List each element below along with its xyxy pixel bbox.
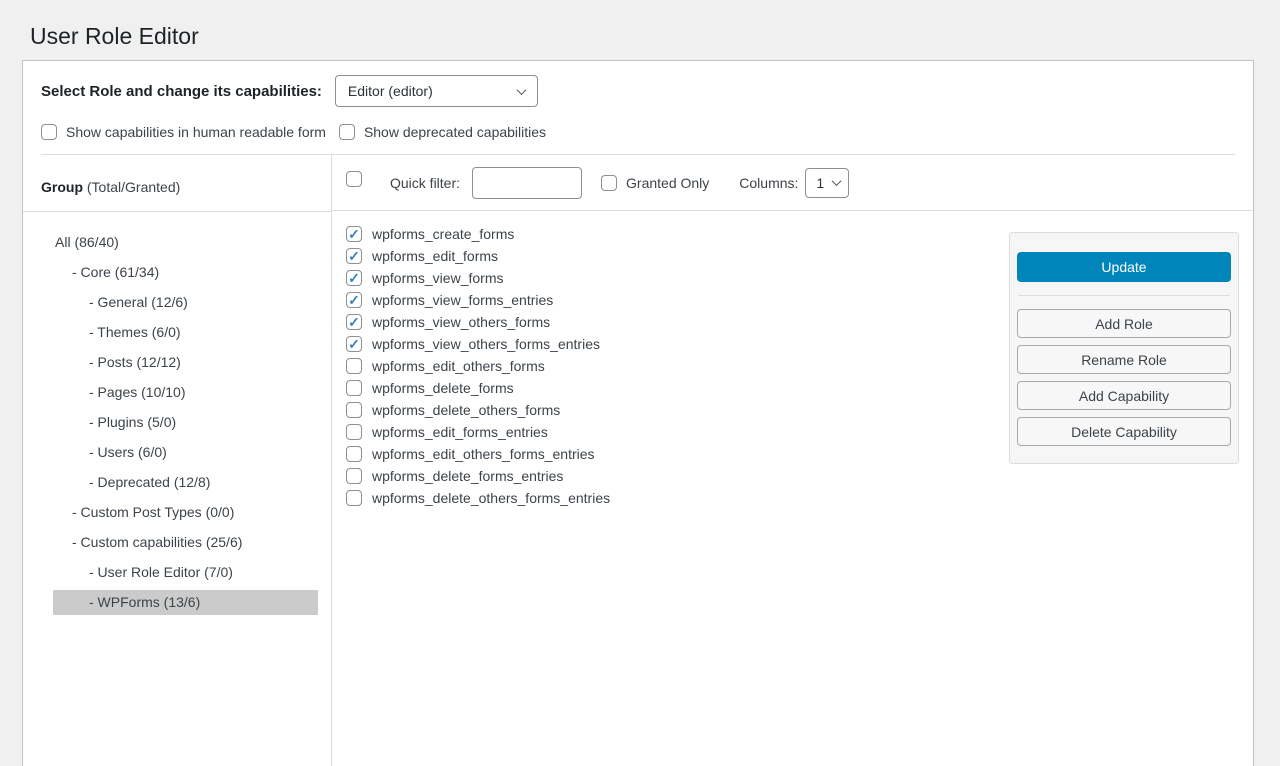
groups-sidebar: Group (Total/Granted) All (86/40)- Core … <box>23 155 332 766</box>
group-tree: All (86/40)- Core (61/34)- General (12/6… <box>23 212 331 615</box>
add-role-button[interactable]: Add Role <box>1017 309 1231 338</box>
capability-checkbox[interactable] <box>346 336 362 352</box>
quick-filter-input[interactable] <box>472 167 582 199</box>
capability-row: wpforms_delete_others_forms_entries <box>346 487 1253 509</box>
update-button[interactable]: Update <box>1017 252 1231 282</box>
capabilities-panel: Quick filter: Granted Only Columns: 1 wp… <box>332 155 1253 766</box>
capability-label: wpforms_view_others_forms_entries <box>372 336 600 352</box>
chevron-down-icon <box>516 85 526 95</box>
columns-label: Columns: <box>739 175 798 191</box>
add-capability-button[interactable]: Add Capability <box>1017 381 1231 410</box>
group-tree-item[interactable]: - Deprecated (12/8) <box>53 467 318 497</box>
capability-label: wpforms_edit_forms <box>372 248 498 264</box>
user-role-editor-panel: Select Role and change its capabilities:… <box>22 60 1254 766</box>
granted-only-checkbox[interactable] <box>601 175 617 191</box>
role-select-value: Editor (editor) <box>348 83 433 99</box>
capability-checkbox[interactable] <box>346 358 362 374</box>
actions-divider <box>1018 295 1230 296</box>
group-tree-item[interactable]: - User Role Editor (7/0) <box>53 557 318 587</box>
group-tree-item[interactable]: - General (12/6) <box>53 287 318 317</box>
role-selector-row: Select Role and change its capabilities:… <box>41 75 1235 107</box>
capability-checkbox[interactable] <box>346 490 362 506</box>
group-tree-item[interactable]: - Plugins (5/0) <box>53 407 318 437</box>
filter-bar: Quick filter: Granted Only Columns: 1 <box>332 155 1253 211</box>
rename-role-button[interactable]: Rename Role <box>1017 345 1231 374</box>
capability-label: wpforms_view_forms <box>372 270 503 286</box>
capability-checkbox[interactable] <box>346 270 362 286</box>
capability-label: wpforms_delete_others_forms_entries <box>372 490 610 506</box>
display-toggles-row: Show capabilities in human readable form… <box>41 124 1235 154</box>
capability-label: wpforms_view_forms_entries <box>372 292 553 308</box>
group-tree-item[interactable]: - Custom Post Types (0/0) <box>53 497 318 527</box>
capability-row: wpforms_delete_forms_entries <box>346 465 1253 487</box>
human-readable-label: Show capabilities in human readable form <box>66 124 326 140</box>
capability-checkbox[interactable] <box>346 248 362 264</box>
capability-checkbox[interactable] <box>346 226 362 242</box>
capability-label: wpforms_view_others_forms <box>372 314 550 330</box>
human-readable-toggle: Show capabilities in human readable form <box>41 124 326 140</box>
page-title: User Role Editor <box>30 22 1280 51</box>
capability-checkbox[interactable] <box>346 446 362 462</box>
role-selector-label: Select Role and change its capabilities: <box>41 83 322 100</box>
groups-header: Group (Total/Granted) <box>23 155 331 212</box>
delete-capability-button[interactable]: Delete Capability <box>1017 417 1231 446</box>
actions-panel: Update Add Role Rename Role Add Capabili… <box>1009 232 1239 464</box>
deprecated-toggle: Show deprecated capabilities <box>339 124 546 140</box>
group-tree-item[interactable]: - Pages (10/10) <box>53 377 318 407</box>
groups-header-title: Group <box>41 179 83 195</box>
group-tree-item[interactable]: - Core (61/34) <box>53 257 318 287</box>
granted-only-label: Granted Only <box>626 175 709 191</box>
group-tree-item[interactable]: - Users (6/0) <box>53 437 318 467</box>
capabilities-area: wpforms_create_forms wpforms_edit_formswp… <box>332 211 1253 766</box>
role-select[interactable]: Editor (editor) <box>335 75 538 107</box>
group-tree-item[interactable]: - Themes (6/0) <box>53 317 318 347</box>
capability-checkbox[interactable] <box>346 424 362 440</box>
deprecated-label: Show deprecated capabilities <box>364 124 546 140</box>
capability-label: wpforms_edit_others_forms <box>372 358 545 374</box>
capability-label: wpforms_delete_forms <box>372 380 514 396</box>
deprecated-checkbox[interactable] <box>339 124 355 140</box>
columns-select-value: 1 <box>816 175 824 191</box>
capability-label: wpforms_delete_others_forms <box>372 402 560 418</box>
capability-label: wpforms_delete_forms_entries <box>372 468 563 484</box>
capability-checkbox[interactable] <box>346 292 362 308</box>
quick-filter-label: Quick filter: <box>390 175 460 191</box>
capability-checkbox[interactable] <box>346 402 362 418</box>
group-tree-item[interactable]: - Custom capabilities (25/6) <box>53 527 318 557</box>
capability-label: wpforms_edit_forms_entries <box>372 424 548 440</box>
capability-checkbox[interactable] <box>346 468 362 484</box>
header-section: Select Role and change its capabilities:… <box>23 61 1253 154</box>
columns-select[interactable]: 1 <box>805 168 849 198</box>
content-columns: Group (Total/Granted) All (86/40)- Core … <box>23 155 1253 766</box>
group-tree-item[interactable]: - WPForms (13/6) <box>53 590 318 615</box>
capability-label: wpforms_edit_others_forms_entries <box>372 446 595 462</box>
group-tree-item[interactable]: All (86/40) <box>53 227 318 257</box>
chevron-down-icon <box>832 176 842 186</box>
groups-header-suffix: (Total/Granted) <box>83 179 180 195</box>
capability-checkbox[interactable] <box>346 380 362 396</box>
group-tree-item[interactable]: - Posts (12/12) <box>53 347 318 377</box>
capability-checkbox[interactable] <box>346 314 362 330</box>
capability-label: wpforms_create_forms <box>372 226 514 242</box>
select-all-checkbox[interactable] <box>346 171 362 187</box>
human-readable-checkbox[interactable] <box>41 124 57 140</box>
